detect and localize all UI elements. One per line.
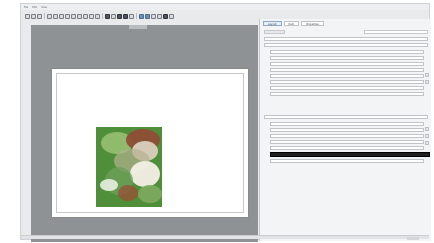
- new-icon[interactable]: [25, 13, 30, 19]
- open-icon[interactable]: [31, 13, 36, 19]
- app-window: File Edit View Layout Item Properties: [20, 3, 431, 242]
- map-texture: [100, 179, 118, 191]
- menu-item-edit[interactable]: Edit: [32, 6, 37, 9]
- align-icon[interactable]: [111, 13, 116, 19]
- scroll-control[interactable]: [425, 141, 429, 145]
- map-icon[interactable]: [139, 13, 144, 19]
- panel-row-6[interactable]: [270, 68, 424, 72]
- group-icon[interactable]: [105, 13, 110, 19]
- toolbar-separator-3: [136, 13, 137, 19]
- status-bar: [21, 235, 429, 240]
- menubar: File Edit View: [21, 4, 429, 10]
- legend-icon[interactable]: [145, 13, 150, 19]
- label-icon[interactable]: [157, 13, 162, 19]
- frame-icon[interactable]: [95, 13, 100, 19]
- panel-row-16[interactable]: [270, 159, 424, 163]
- scale-icon[interactable]: [151, 13, 156, 19]
- text-icon[interactable]: [89, 13, 94, 19]
- panel-row-1: [264, 37, 428, 41]
- redo-icon[interactable]: [53, 13, 58, 19]
- map-texture: [118, 185, 138, 201]
- panel-row-5[interactable]: [270, 62, 424, 66]
- tab-layout[interactable]: Layout: [263, 21, 282, 26]
- menu-item-file[interactable]: File: [24, 6, 28, 9]
- undo-icon[interactable]: [47, 13, 52, 19]
- tab-item[interactable]: Item: [283, 21, 300, 26]
- panel-search[interactable]: [364, 30, 428, 34]
- distribute-icon[interactable]: [129, 13, 134, 19]
- scroll-control[interactable]: [425, 73, 429, 77]
- zoom-in-icon[interactable]: [59, 13, 64, 19]
- scroll-control[interactable]: [425, 127, 429, 131]
- map-frame[interactable]: [96, 127, 162, 207]
- panel-row-4[interactable]: [270, 56, 424, 60]
- panel-row-15[interactable]: [270, 146, 424, 150]
- panel-section-row: [264, 115, 428, 119]
- image-icon[interactable]: [163, 13, 168, 19]
- panel-row-11[interactable]: [270, 122, 424, 126]
- panel-row-3[interactable]: [270, 50, 424, 54]
- panel-row-14[interactable]: [270, 140, 424, 144]
- toolbar-separator: [44, 13, 45, 19]
- save-icon[interactable]: [37, 13, 42, 19]
- map-texture: [130, 161, 160, 187]
- shape-icon[interactable]: [169, 13, 174, 19]
- pan-icon[interactable]: [71, 13, 76, 19]
- panel-row-8[interactable]: [270, 80, 424, 84]
- panel-row-12[interactable]: [270, 128, 424, 132]
- panel-row-7[interactable]: [270, 74, 424, 78]
- panel-row-13[interactable]: [270, 134, 424, 138]
- raise-icon[interactable]: [117, 13, 122, 19]
- panel-row-10[interactable]: [270, 92, 424, 96]
- lower-icon[interactable]: [123, 13, 128, 19]
- properties-panel: Layout Item Properties: [259, 19, 431, 241]
- zoom-out-icon[interactable]: [65, 13, 70, 19]
- layout-canvas[interactable]: [31, 25, 258, 242]
- toolbar: [21, 11, 229, 21]
- menu-item-view[interactable]: View: [41, 6, 47, 9]
- map-texture: [138, 185, 162, 203]
- toolbar-separator-2: [102, 13, 103, 19]
- scroll-control[interactable]: [425, 80, 429, 84]
- page: [52, 69, 248, 217]
- panel-tabs: Layout Item Properties: [260, 19, 431, 27]
- scroll-control[interactable]: [425, 134, 429, 138]
- panel-row-2: [264, 43, 428, 47]
- tab-properties[interactable]: Properties: [301, 21, 324, 26]
- panel-row-9[interactable]: [270, 86, 424, 90]
- color-bar[interactable]: [270, 152, 430, 157]
- canvas-tab[interactable]: [129, 25, 147, 29]
- status-item: [407, 236, 419, 240]
- move-icon[interactable]: [83, 13, 88, 19]
- panel-header: [264, 30, 285, 34]
- select-icon[interactable]: [77, 13, 82, 19]
